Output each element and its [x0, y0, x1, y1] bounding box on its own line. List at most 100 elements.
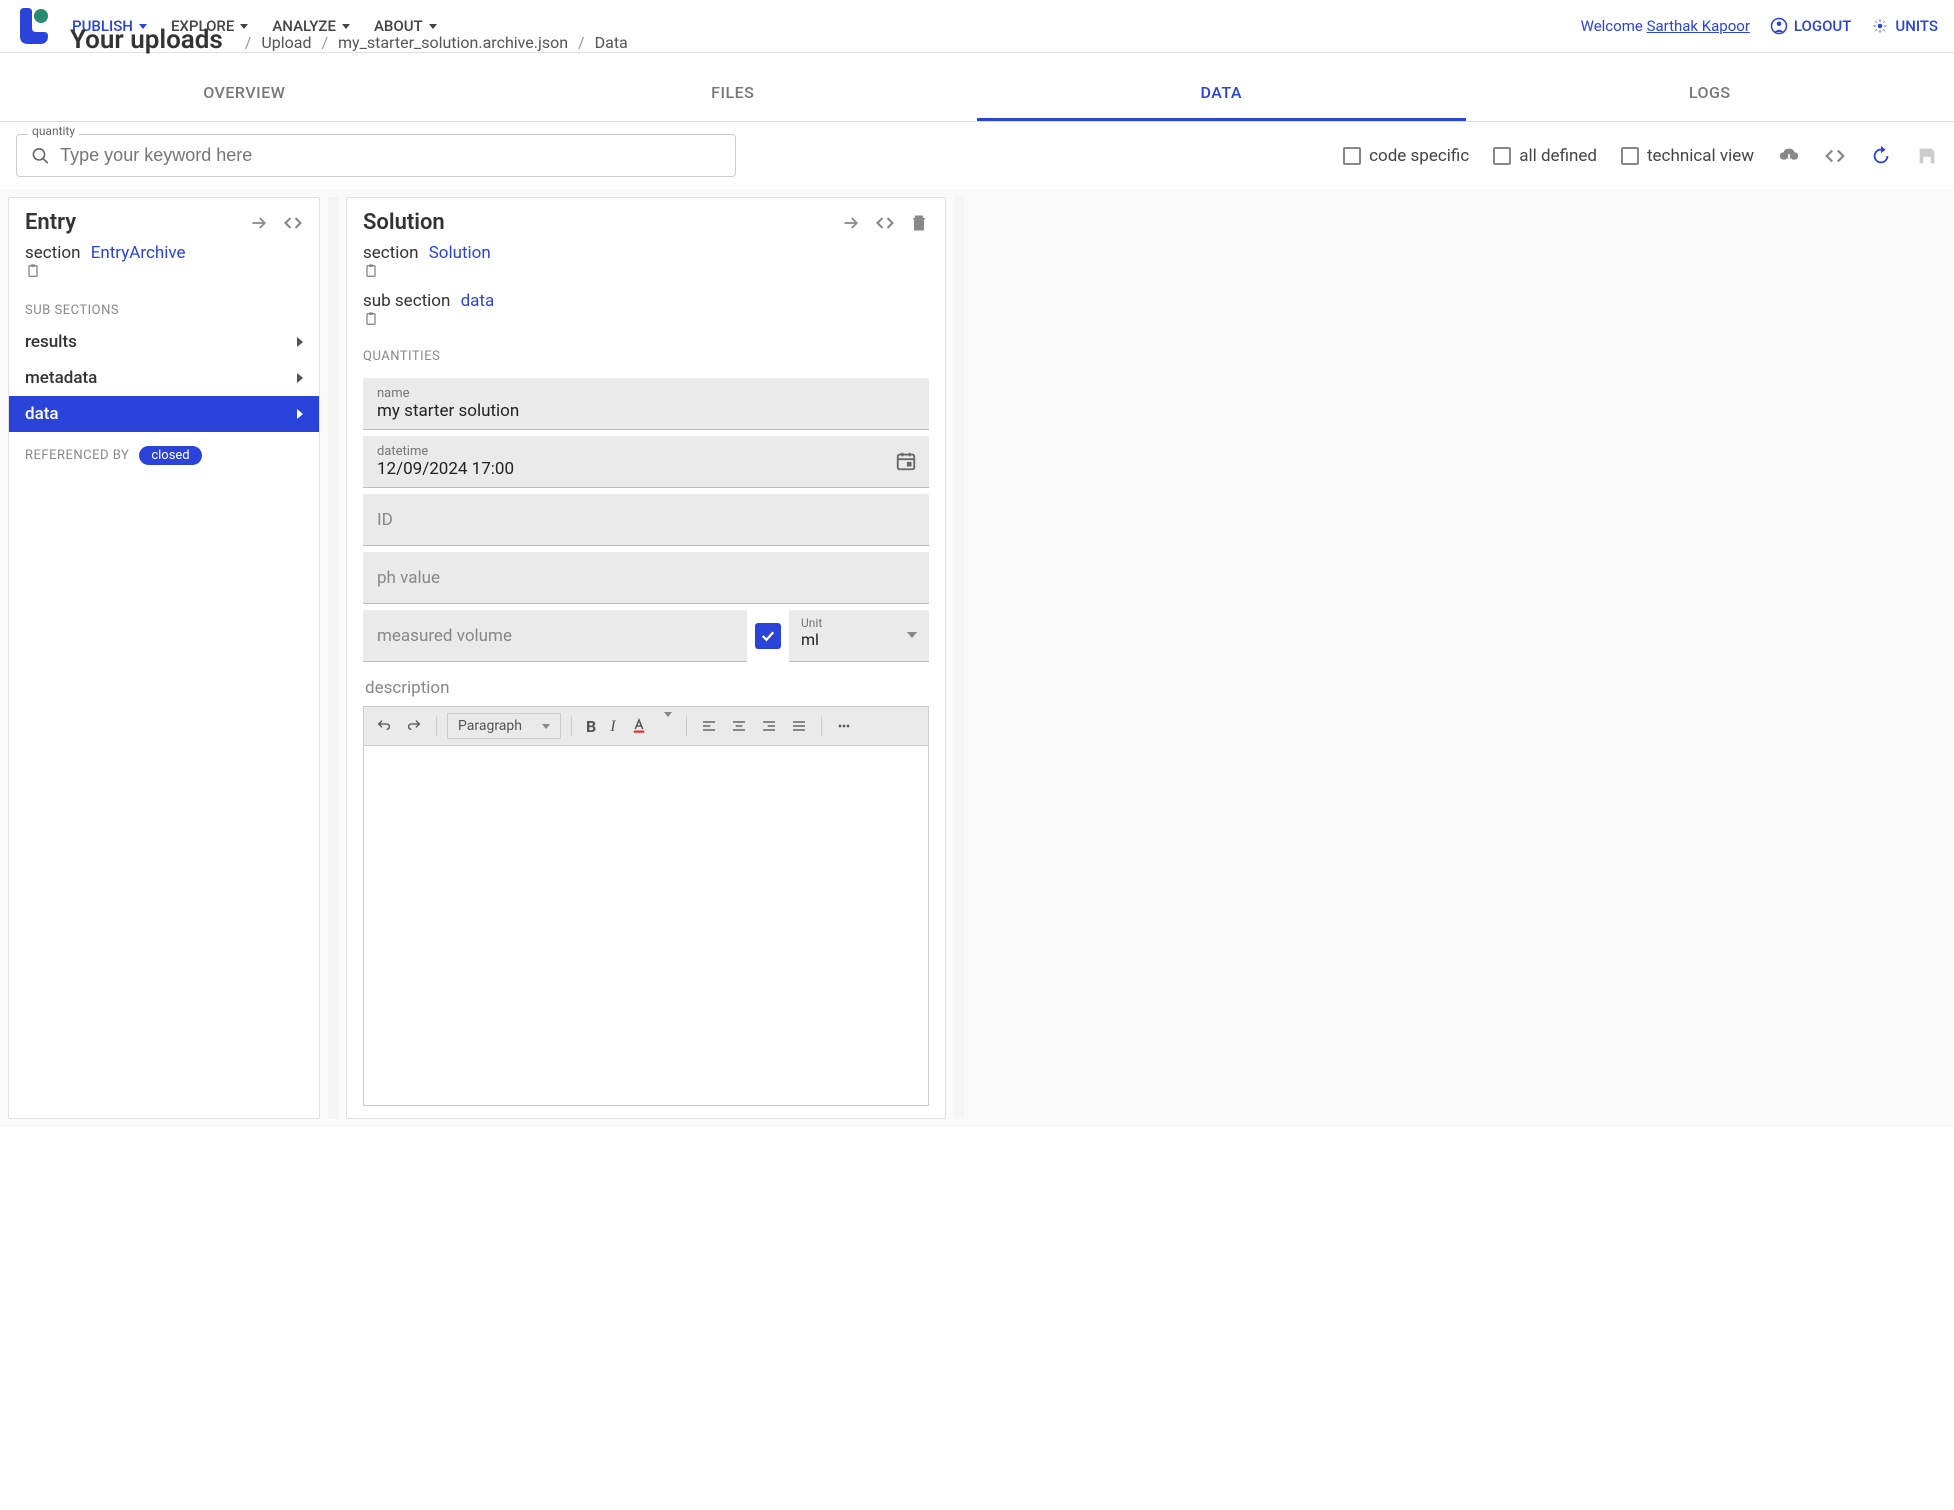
- code-icon[interactable]: [283, 213, 303, 233]
- align-center-button[interactable]: [727, 716, 751, 736]
- clipboard-icon[interactable]: [363, 263, 929, 279]
- chevron-down-icon: [342, 24, 350, 29]
- field-ph[interactable]: ph value: [363, 552, 929, 604]
- save-icon: [1916, 145, 1938, 167]
- checkbox-icon: [1343, 147, 1361, 165]
- code-view-button[interactable]: [1824, 145, 1846, 167]
- download-button[interactable]: [1778, 145, 1800, 167]
- field-id[interactable]: ID: [363, 494, 929, 546]
- checkbox-all-defined[interactable]: all defined: [1493, 146, 1597, 166]
- save-button[interactable]: [1916, 145, 1938, 167]
- breadcrumb-sep: /: [321, 33, 328, 52]
- checkbox-code-specific[interactable]: code specific: [1343, 146, 1469, 166]
- scrollbar[interactable]: [328, 197, 338, 1119]
- field-name[interactable]: name my starter solution: [363, 378, 929, 430]
- subsections-label: SUB SECTIONS: [9, 287, 319, 324]
- panels: Entry section EntryArchive SUB SECTIONS …: [0, 189, 1954, 1127]
- chevron-right-icon: [297, 409, 303, 419]
- align-right-button[interactable]: [757, 716, 781, 736]
- logout-label: LOGOUT: [1794, 17, 1851, 35]
- reload-button[interactable]: [1870, 145, 1892, 167]
- panel-icons: [249, 213, 303, 233]
- tab-overview[interactable]: OVERVIEW: [0, 67, 489, 121]
- clipboard-icon[interactable]: [363, 311, 929, 327]
- tab-files[interactable]: FILES: [489, 67, 978, 121]
- toolbar: quantity code specific all defined techn…: [0, 122, 1954, 189]
- italic-button[interactable]: I: [606, 714, 619, 738]
- editor-body[interactable]: [363, 746, 929, 1106]
- section-row: section Solution: [347, 239, 945, 287]
- search-input[interactable]: [60, 145, 721, 166]
- units-button[interactable]: UNITS: [1871, 17, 1938, 35]
- subsection-label: results: [25, 332, 77, 352]
- check-icon: [759, 627, 777, 645]
- align-justify-button[interactable]: [787, 716, 811, 736]
- units-label: UNITS: [1895, 17, 1938, 35]
- chevron-down-icon: [542, 724, 550, 729]
- scrollbar[interactable]: [954, 197, 964, 1119]
- align-left-button[interactable]: [697, 716, 721, 736]
- section-link[interactable]: EntryArchive: [91, 243, 186, 263]
- unit-label: Unit: [801, 616, 917, 630]
- field-volume[interactable]: measured volume: [363, 610, 747, 662]
- delete-icon[interactable]: [909, 213, 929, 233]
- code-icon: [1824, 145, 1846, 167]
- logo[interactable]: [16, 8, 52, 44]
- field-placeholder: measured volume: [377, 620, 733, 652]
- subsection-metadata[interactable]: metadata: [9, 360, 319, 396]
- field-datetime[interactable]: datetime 12/09/2024 17:00: [363, 436, 929, 488]
- panel-title: Entry: [25, 210, 249, 235]
- subsection-row: sub section data: [347, 287, 945, 335]
- undo-button[interactable]: [372, 716, 396, 736]
- logout-button[interactable]: LOGOUT: [1770, 17, 1851, 35]
- closed-chip[interactable]: closed: [139, 446, 201, 465]
- subsection-link[interactable]: data: [461, 291, 495, 311]
- breadcrumb: / Upload / my_starter_solution.archive.j…: [239, 33, 628, 52]
- breadcrumb-file[interactable]: my_starter_solution.archive.json: [338, 33, 568, 52]
- subsection-label: metadata: [25, 368, 97, 388]
- referenced-label: REFERENCED BY: [25, 448, 129, 463]
- calendar-icon[interactable]: [895, 450, 917, 472]
- tab-logs[interactable]: LOGS: [1466, 67, 1954, 121]
- bold-button[interactable]: B: [582, 715, 600, 738]
- breadcrumb-upload[interactable]: Upload: [261, 33, 311, 52]
- volume-enabled-checkbox[interactable]: [755, 623, 781, 649]
- checkbox-technical-view[interactable]: technical view: [1621, 146, 1754, 166]
- section-label: section: [363, 243, 418, 263]
- panel-header: Entry: [9, 198, 319, 239]
- section-label: section: [25, 243, 80, 263]
- more-button[interactable]: [832, 716, 856, 736]
- navigate-icon[interactable]: [249, 213, 269, 233]
- search-icon: [31, 146, 50, 166]
- text-color-button[interactable]: [626, 715, 652, 737]
- user-circle-icon: [1770, 17, 1788, 35]
- unit-select[interactable]: Unit ml: [789, 610, 929, 662]
- chevron-down-icon: [240, 24, 248, 29]
- panel-entry: Entry section EntryArchive SUB SECTIONS …: [8, 197, 320, 1119]
- navigate-icon[interactable]: [841, 213, 861, 233]
- section-link[interactable]: Solution: [429, 243, 491, 263]
- chevron-down-icon: [907, 632, 917, 638]
- welcome-label: Welcome: [1581, 17, 1643, 35]
- panel-title: Solution: [363, 210, 841, 235]
- user-link[interactable]: Sarthak Kapoor: [1647, 17, 1750, 35]
- subsection-results[interactable]: results: [9, 324, 319, 360]
- clipboard-icon[interactable]: [25, 263, 303, 279]
- tab-data[interactable]: DATA: [977, 67, 1466, 121]
- checkbox-icon: [1493, 147, 1511, 165]
- breadcrumb-data[interactable]: Data: [595, 33, 628, 52]
- separator: [686, 716, 687, 736]
- paragraph-select[interactable]: Paragraph: [447, 713, 561, 739]
- color-dropdown[interactable]: [658, 715, 676, 738]
- search-box[interactable]: [16, 134, 736, 177]
- redo-button[interactable]: [402, 716, 426, 736]
- separator: [436, 716, 437, 736]
- gear-icon: [1871, 17, 1889, 35]
- checkbox-label: technical view: [1647, 146, 1754, 166]
- panel-solution: Solution section Solution sub section da…: [346, 197, 946, 1119]
- page-title: Your uploads: [70, 25, 223, 55]
- chevron-down-icon: [429, 24, 437, 29]
- field-value: 12/09/2024 17:00: [377, 459, 915, 479]
- code-icon[interactable]: [875, 213, 895, 233]
- subsection-data[interactable]: data: [9, 396, 319, 432]
